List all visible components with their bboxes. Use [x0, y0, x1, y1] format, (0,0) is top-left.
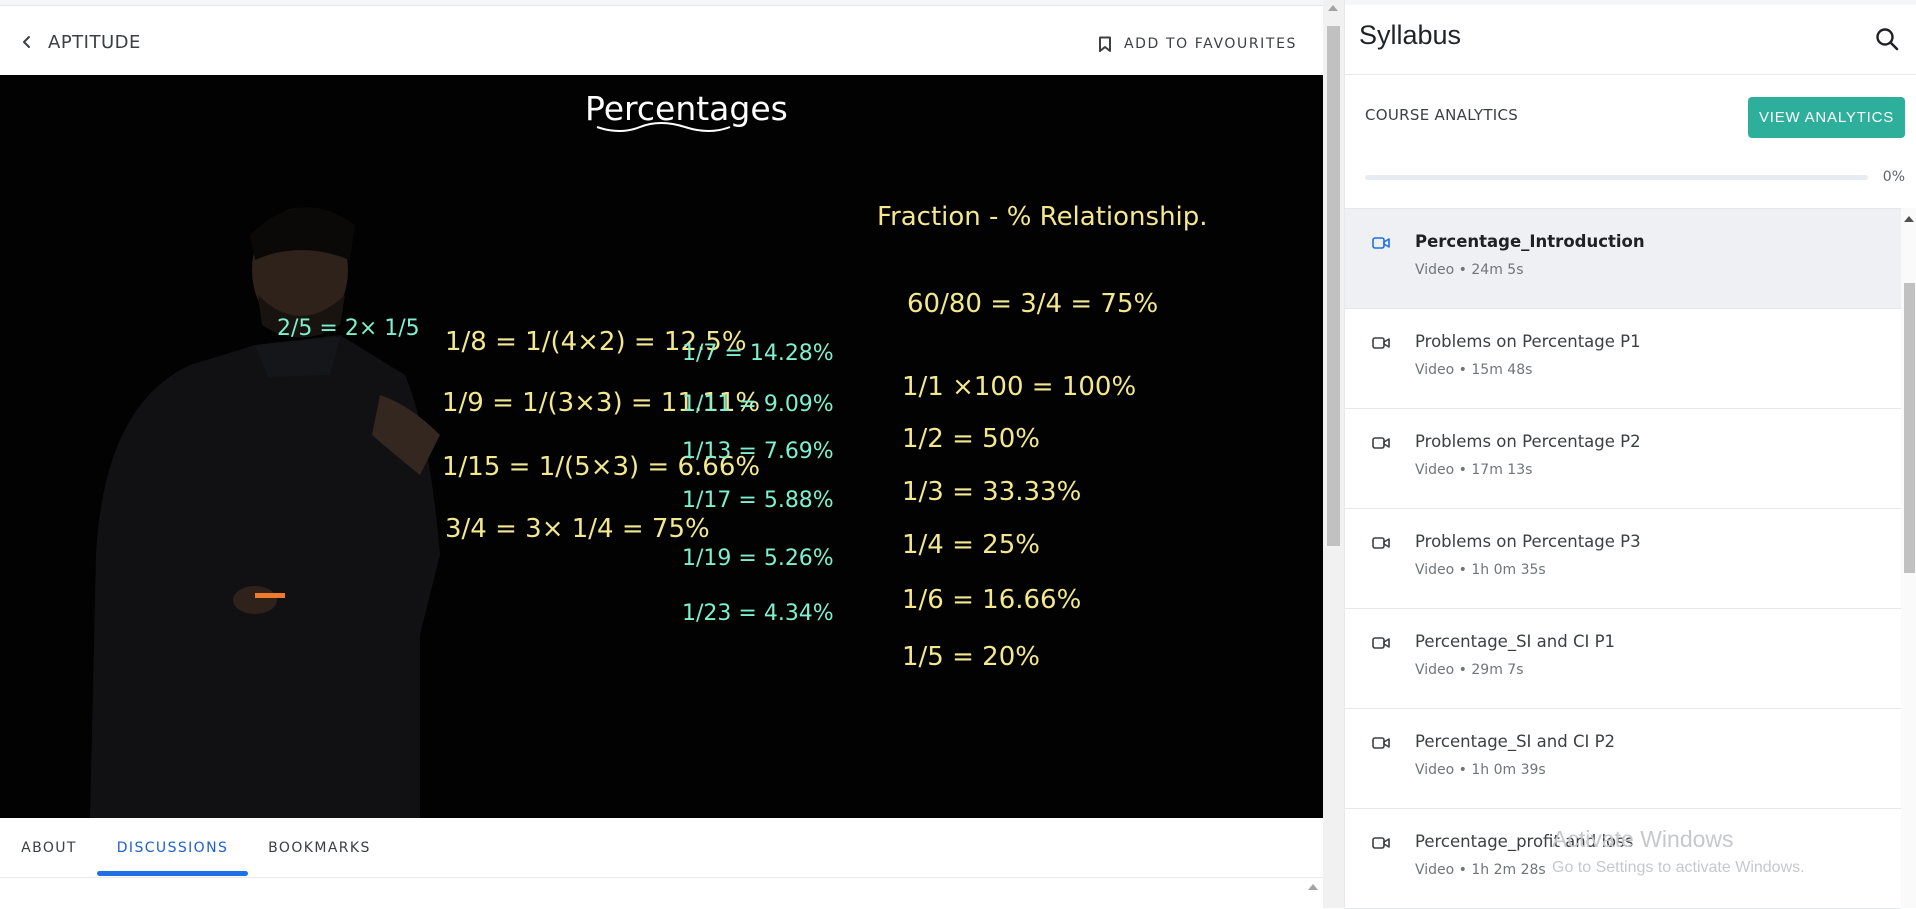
scrollbar-thumb[interactable] [1904, 283, 1915, 573]
syllabus-title: Syllabus [1359, 20, 1462, 50]
board-line: 60/80 = 3/4 = 75% [907, 289, 1158, 319]
lesson-title: Problems on Percentage P2 [1415, 432, 1641, 451]
scrollbar-thumb[interactable] [1327, 26, 1340, 546]
lesson-item[interactable]: Problems on Percentage P3 Video • 1h 0m 3… [1345, 509, 1901, 609]
video-header: APTITUDE ADD TO FAVOURITES [0, 6, 1323, 75]
video-camera-icon [1372, 637, 1390, 649]
lesson-title: Percentage_SI and CI P2 [1415, 732, 1616, 751]
board-line: 1/7 = 14.28% [682, 341, 834, 366]
search-icon [1876, 28, 1899, 51]
divider [1345, 74, 1916, 75]
video-camera-icon [1372, 737, 1390, 749]
back-button[interactable]: APTITUDE [20, 26, 141, 58]
top-edge [1345, 0, 1916, 5]
lesson-meta: Video • 1h 0m 39s [1415, 762, 1546, 778]
lesson-title: Percentage_profit and loss [1415, 832, 1634, 851]
course-analytics-label: COURSE ANALYTICS [1365, 106, 1519, 124]
course-name: APTITUDE [48, 31, 141, 53]
course-progress-percent: 0% [1882, 169, 1905, 185]
board-line: 1/19 = 5.26% [682, 546, 834, 571]
lesson-item[interactable]: Percentage_Introduction Video • 24m 5s [1345, 209, 1901, 309]
lesson-title: Percentage_SI and CI P1 [1415, 632, 1616, 651]
board-line: 3/4 = 3× 1/4 = 75% [445, 514, 710, 544]
video-pane: APTITUDE ADD TO FAVOURITES Percentages F… [0, 0, 1323, 908]
active-tab-indicator [97, 871, 248, 876]
syllabus-panel: Syllabus COURSE ANALYTICS VIEW ANALYTICS… [1344, 0, 1916, 909]
board-line: 1/11 = 9.09% [682, 392, 834, 417]
scroll-up-arrow[interactable] [1904, 216, 1914, 222]
lesson-title: Problems on Percentage P3 [1415, 532, 1641, 551]
view-analytics-button[interactable]: VIEW ANALYTICS [1748, 97, 1905, 138]
video-frame: Percentages Fraction - % Relationship. 2… [0, 75, 1323, 818]
tab-bookmarks[interactable]: BOOKMARKS [262, 818, 377, 877]
lesson-item[interactable]: Percentage_SI and CI P1 Video • 29m 7s [1345, 609, 1901, 709]
course-progress-bar [1365, 175, 1868, 180]
lesson-item[interactable]: Problems on Percentage P1 Video • 15m 48s [1345, 309, 1901, 409]
lesson-meta: Video • 24m 5s [1415, 262, 1524, 278]
syllabus-scrollbar[interactable] [1901, 208, 1916, 908]
lesson-list: Percentage_Introduction Video • 24m 5s Pro… [1345, 208, 1901, 909]
board-line: 1/4 = 25% [902, 530, 1040, 560]
lesson-item[interactable]: Percentage_profit and loss Video • 1h 2m … [1345, 809, 1901, 909]
board-line: 1/23 = 4.34% [682, 601, 834, 626]
lesson-meta: Video • 29m 7s [1415, 662, 1524, 678]
content-tabs: ABOUT DISCUSSIONS BOOKMARKS [0, 818, 1323, 878]
board-line: 1/3 = 33.33% [902, 477, 1081, 507]
board-line: 1/13 = 7.69% [682, 439, 834, 464]
board-line: 2/5 = 2× 1/5 [277, 316, 420, 341]
lesson-item[interactable]: Problems on Percentage P2 Video • 17m 13s [1345, 409, 1901, 509]
video-camera-icon [1372, 537, 1390, 549]
scroll-down-arrow[interactable] [1308, 884, 1318, 890]
scroll-up-arrow[interactable] [1328, 5, 1338, 11]
lesson-meta: Video • 17m 13s [1415, 462, 1533, 478]
add-to-favourites-button[interactable]: ADD TO FAVOURITES [1098, 30, 1297, 58]
lesson-meta: Video • 15m 48s [1415, 362, 1533, 378]
video-camera-icon [1372, 337, 1390, 349]
lesson-title: Percentage_Introduction [1415, 232, 1645, 251]
lesson-item[interactable]: Percentage_SI and CI P2 Video • 1h 0m 39s [1345, 709, 1901, 809]
lesson-title: Problems on Percentage P1 [1415, 332, 1641, 351]
main-scrollbar[interactable] [1323, 0, 1344, 908]
tab-about[interactable]: ABOUT [14, 818, 84, 877]
board-line: 1/17 = 5.88% [682, 488, 834, 513]
board-heading: Fraction - % Relationship. [877, 202, 1208, 232]
video-camera-icon [1372, 837, 1390, 849]
video-camera-icon [1372, 237, 1390, 249]
bookmark-icon [1099, 36, 1111, 52]
board-line: 1/5 = 20% [902, 642, 1040, 672]
board-line: 1/2 = 50% [902, 424, 1040, 454]
video-camera-icon [1372, 437, 1390, 449]
board-line: 1/6 = 16.66% [902, 585, 1081, 615]
lesson-meta: Video • 1h 0m 35s [1415, 562, 1546, 578]
tab-discussions[interactable]: DISCUSSIONS [97, 818, 248, 877]
board-line: 1/1 ×100 = 100% [902, 372, 1136, 402]
lesson-meta: Video • 1h 2m 28s [1415, 862, 1546, 878]
favourites-label: ADD TO FAVOURITES [1124, 36, 1297, 52]
board-title: Percentages [585, 89, 788, 128]
chevron-left-icon [23, 36, 30, 48]
video-player[interactable]: Percentages Fraction - % Relationship. 2… [0, 75, 1323, 818]
search-button[interactable] [1875, 27, 1899, 51]
